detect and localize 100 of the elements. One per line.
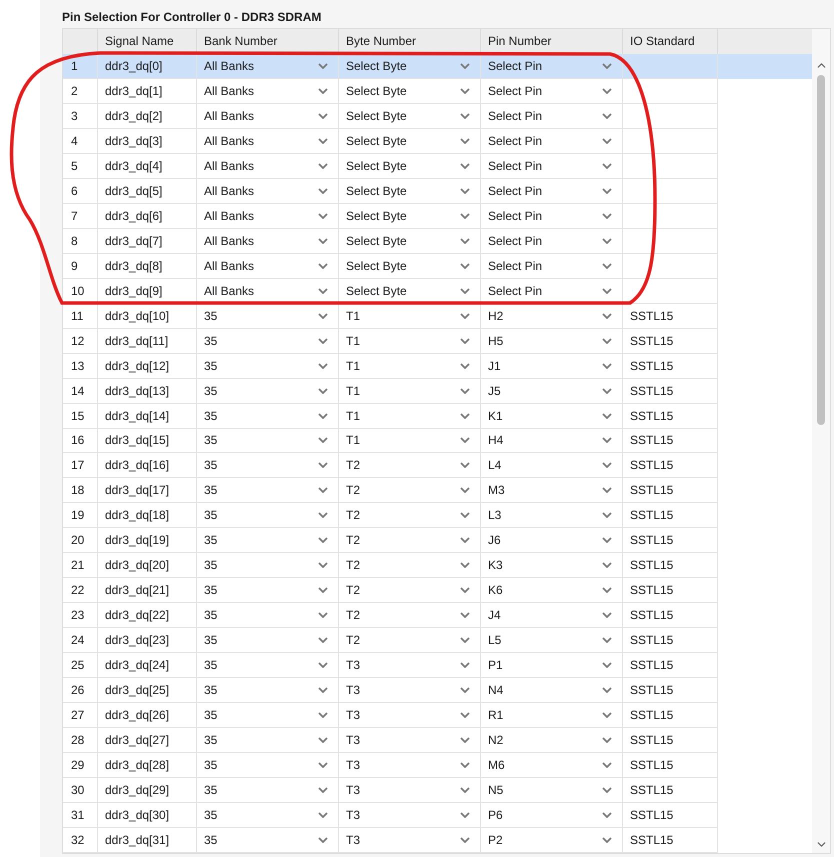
dropdown[interactable]: All Banks bbox=[197, 154, 339, 178]
dropdown[interactable]: 35 bbox=[197, 354, 339, 378]
dropdown[interactable]: T2 bbox=[339, 603, 481, 628]
dropdown[interactable]: T1 bbox=[339, 404, 481, 428]
dropdown[interactable]: Select Pin bbox=[481, 278, 623, 303]
column-header[interactable]: Bank Number bbox=[197, 29, 339, 54]
dropdown[interactable]: Select Pin bbox=[481, 78, 623, 103]
dropdown[interactable]: 35 bbox=[197, 453, 339, 478]
scrollbar[interactable] bbox=[812, 29, 830, 853]
dropdown[interactable]: All Banks bbox=[197, 78, 339, 103]
dropdown[interactable]: 35 bbox=[197, 753, 339, 778]
dropdown[interactable]: J6 bbox=[481, 528, 623, 552]
dropdown[interactable]: 35 bbox=[197, 603, 339, 628]
dropdown[interactable]: 35 bbox=[197, 503, 339, 528]
dropdown[interactable]: T1 bbox=[339, 304, 481, 328]
dropdown[interactable]: H4 bbox=[481, 428, 623, 452]
dropdown[interactable]: T1 bbox=[339, 354, 481, 378]
dropdown[interactable]: 35 bbox=[197, 404, 339, 428]
dropdown[interactable]: P2 bbox=[481, 828, 623, 852]
dropdown[interactable]: H5 bbox=[481, 328, 623, 353]
dropdown[interactable]: T2 bbox=[339, 503, 481, 528]
dropdown[interactable]: 35 bbox=[197, 378, 339, 403]
dropdown[interactable]: Select Byte bbox=[339, 278, 481, 303]
dropdown[interactable]: T1 bbox=[339, 428, 481, 452]
dropdown[interactable]: Select Byte bbox=[339, 78, 481, 103]
dropdown[interactable]: T3 bbox=[339, 653, 481, 678]
dropdown[interactable]: Select Pin bbox=[481, 104, 623, 128]
dropdown[interactable]: R1 bbox=[481, 703, 623, 728]
dropdown[interactable]: T3 bbox=[339, 753, 481, 778]
dropdown[interactable]: All Banks bbox=[197, 254, 339, 278]
dropdown[interactable]: Select Pin bbox=[481, 204, 623, 228]
dropdown[interactable]: T2 bbox=[339, 478, 481, 502]
dropdown[interactable]: Select Byte bbox=[339, 254, 481, 278]
dropdown[interactable]: T1 bbox=[339, 378, 481, 403]
dropdown[interactable]: 35 bbox=[197, 803, 339, 827]
dropdown[interactable]: 35 bbox=[197, 703, 339, 728]
dropdown[interactable]: K1 bbox=[481, 404, 623, 428]
dropdown[interactable]: All Banks bbox=[197, 278, 339, 303]
dropdown[interactable]: All Banks bbox=[197, 54, 339, 78]
dropdown[interactable]: J4 bbox=[481, 603, 623, 628]
dropdown[interactable]: All Banks bbox=[197, 204, 339, 228]
dropdown[interactable]: 35 bbox=[197, 628, 339, 652]
dropdown[interactable]: T1 bbox=[339, 328, 481, 353]
dropdown[interactable]: All Banks bbox=[197, 228, 339, 253]
dropdown[interactable]: Select Byte bbox=[339, 104, 481, 128]
dropdown[interactable]: J5 bbox=[481, 378, 623, 403]
dropdown[interactable]: T3 bbox=[339, 703, 481, 728]
dropdown[interactable]: P1 bbox=[481, 653, 623, 678]
dropdown[interactable]: T3 bbox=[339, 828, 481, 852]
dropdown[interactable]: J1 bbox=[481, 354, 623, 378]
dropdown[interactable]: P6 bbox=[481, 803, 623, 827]
dropdown[interactable]: Select Byte bbox=[339, 204, 481, 228]
dropdown[interactable]: 35 bbox=[197, 728, 339, 752]
dropdown[interactable]: Select Pin bbox=[481, 54, 623, 78]
dropdown[interactable]: 35 bbox=[197, 478, 339, 502]
dropdown[interactable]: T3 bbox=[339, 778, 481, 802]
dropdown[interactable]: 35 bbox=[197, 428, 339, 452]
dropdown[interactable]: T2 bbox=[339, 628, 481, 652]
dropdown[interactable]: M3 bbox=[481, 478, 623, 502]
dropdown[interactable]: Select Byte bbox=[339, 128, 481, 153]
dropdown[interactable]: Select Pin bbox=[481, 254, 623, 278]
dropdown[interactable]: L5 bbox=[481, 628, 623, 652]
column-header[interactable]: Signal Name bbox=[98, 29, 197, 54]
dropdown[interactable]: K3 bbox=[481, 553, 623, 578]
dropdown[interactable]: H2 bbox=[481, 304, 623, 328]
dropdown[interactable]: 35 bbox=[197, 553, 339, 578]
dropdown[interactable]: T3 bbox=[339, 678, 481, 702]
dropdown[interactable]: T2 bbox=[339, 453, 481, 478]
dropdown[interactable]: T3 bbox=[339, 803, 481, 827]
dropdown[interactable]: L4 bbox=[481, 453, 623, 478]
dropdown[interactable]: 35 bbox=[197, 678, 339, 702]
dropdown[interactable]: Select Byte bbox=[339, 54, 481, 78]
dropdown[interactable]: L3 bbox=[481, 503, 623, 528]
column-header[interactable]: Byte Number bbox=[339, 29, 481, 54]
scrollbar-thumb[interactable] bbox=[817, 75, 825, 425]
dropdown[interactable]: 35 bbox=[197, 328, 339, 353]
dropdown[interactable]: All Banks bbox=[197, 104, 339, 128]
dropdown[interactable]: N5 bbox=[481, 778, 623, 802]
dropdown[interactable]: Select Pin bbox=[481, 128, 623, 153]
dropdown[interactable]: All Banks bbox=[197, 128, 339, 153]
dropdown[interactable]: Select Byte bbox=[339, 228, 481, 253]
dropdown[interactable]: T3 bbox=[339, 728, 481, 752]
dropdown[interactable]: 35 bbox=[197, 653, 339, 678]
dropdown[interactable]: Select Byte bbox=[339, 178, 481, 203]
dropdown[interactable]: Select Pin bbox=[481, 154, 623, 178]
table-row[interactable]: 1 ddr3_dq[0] All Banks Select Byte Select Pin bbox=[63, 54, 812, 79]
dropdown[interactable]: 35 bbox=[197, 778, 339, 802]
dropdown[interactable]: 35 bbox=[197, 828, 339, 852]
dropdown[interactable]: 35 bbox=[197, 528, 339, 552]
dropdown[interactable]: T2 bbox=[339, 553, 481, 578]
dropdown[interactable]: All Banks bbox=[197, 178, 339, 203]
dropdown[interactable]: Select Pin bbox=[481, 178, 623, 203]
dropdown[interactable]: 35 bbox=[197, 578, 339, 602]
dropdown[interactable]: M6 bbox=[481, 753, 623, 778]
dropdown[interactable]: T2 bbox=[339, 528, 481, 552]
dropdown[interactable]: 35 bbox=[197, 304, 339, 328]
dropdown[interactable]: Select Pin bbox=[481, 228, 623, 253]
dropdown[interactable]: N2 bbox=[481, 728, 623, 752]
dropdown[interactable]: T2 bbox=[339, 578, 481, 602]
dropdown[interactable]: N4 bbox=[481, 678, 623, 702]
